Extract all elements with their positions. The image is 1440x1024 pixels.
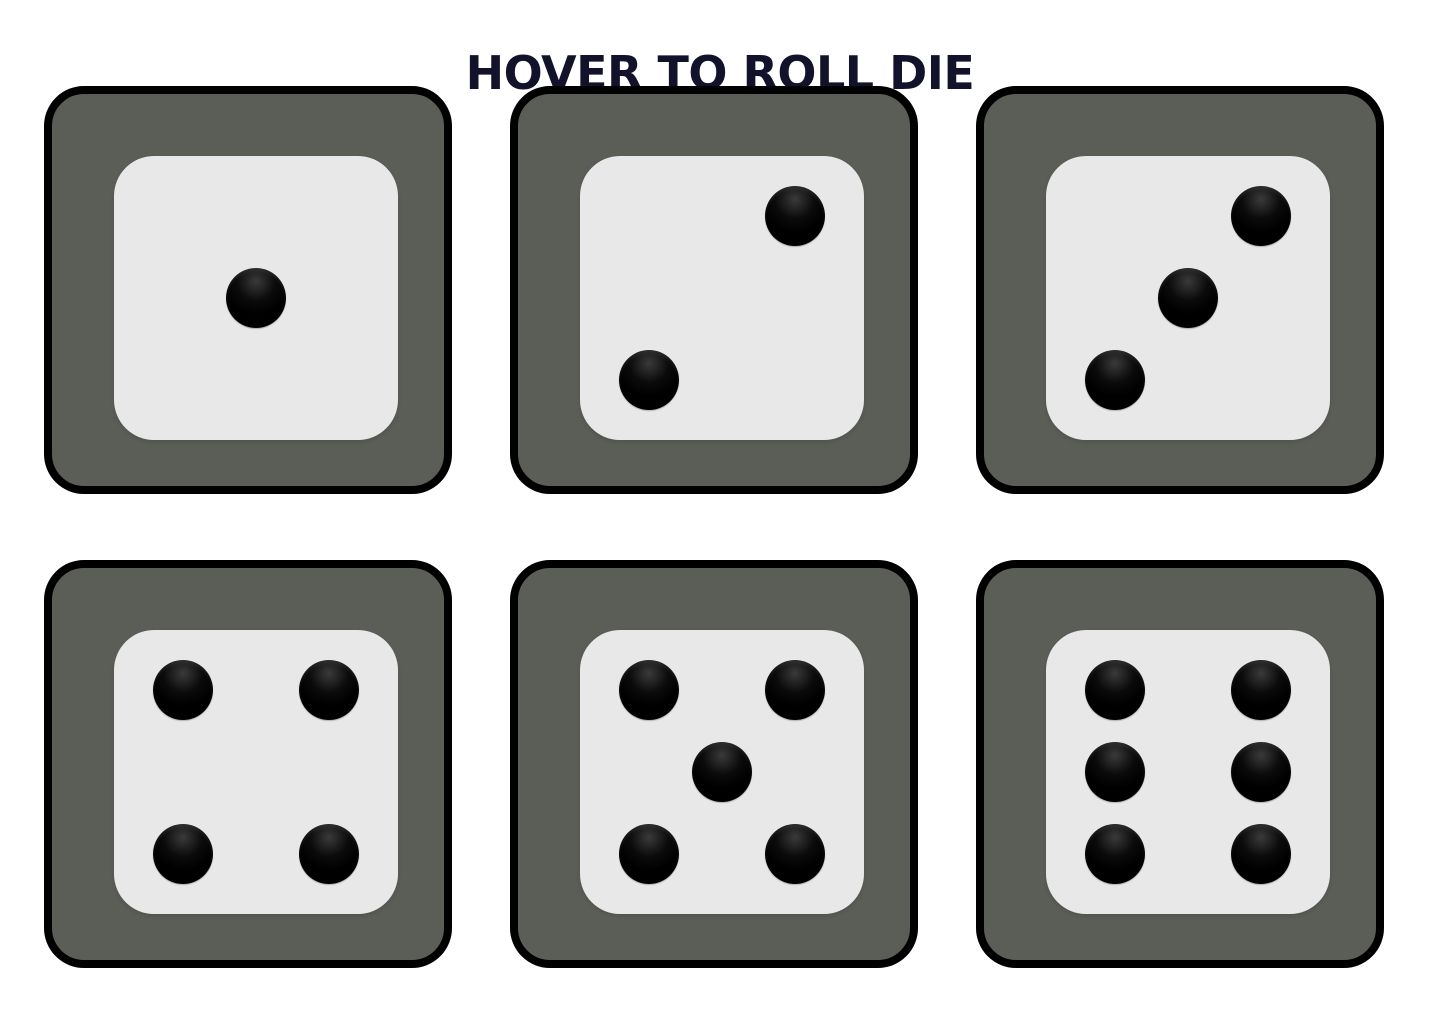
- die-tile-4[interactable]: [44, 560, 452, 968]
- die-face-six: [1046, 630, 1330, 914]
- pip-mc: [1158, 268, 1218, 328]
- pip-br: [1231, 824, 1291, 884]
- die-face-five: [580, 630, 864, 914]
- pip-mc: [692, 742, 752, 802]
- die-tile-6[interactable]: [976, 560, 1384, 968]
- die-face-two: [580, 156, 864, 440]
- die-tile-3[interactable]: [976, 86, 1384, 494]
- pip-tr: [765, 660, 825, 720]
- pip-tr: [1231, 660, 1291, 720]
- die-face-one: [114, 156, 398, 440]
- die-tile-5[interactable]: [510, 560, 918, 968]
- pip-tl: [153, 660, 213, 720]
- die-tile-2[interactable]: [510, 86, 918, 494]
- pip-tr: [765, 186, 825, 246]
- pip-tr: [299, 660, 359, 720]
- die-face-three: [1046, 156, 1330, 440]
- pip-tl: [619, 660, 679, 720]
- die-tile-1[interactable]: [44, 86, 452, 494]
- pip-bl: [1085, 350, 1145, 410]
- pip-br: [299, 824, 359, 884]
- pip-bl: [619, 824, 679, 884]
- pip-bl: [153, 824, 213, 884]
- pip-tl: [1085, 660, 1145, 720]
- die-face-four: [114, 630, 398, 914]
- pip-br: [765, 824, 825, 884]
- pip-ml: [1085, 742, 1145, 802]
- pip-bl: [619, 350, 679, 410]
- pip-mr: [1231, 742, 1291, 802]
- pip-tr: [1231, 186, 1291, 246]
- pip-bl: [1085, 824, 1145, 884]
- pip-mc: [226, 268, 286, 328]
